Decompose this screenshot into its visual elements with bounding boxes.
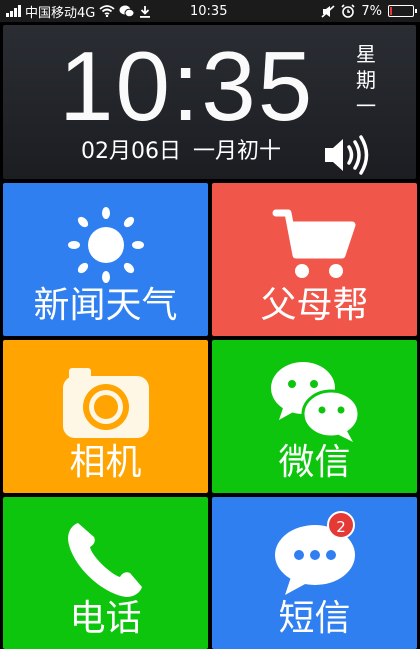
tile-news-weather[interactable]: 新闻天气	[3, 183, 208, 336]
tile-label: 父母帮	[260, 285, 369, 326]
tile-label: 短信	[278, 598, 351, 639]
alarm-icon	[341, 4, 355, 18]
tile-messages[interactable]: 2 短信	[212, 497, 417, 649]
phone-icon	[67, 523, 142, 597]
weekday-char-2: 期	[356, 68, 376, 92]
status-left: 中国移动4G	[6, 2, 151, 21]
speaker-icon[interactable]	[321, 133, 371, 177]
clock-lunar-date: 一月初十	[193, 139, 282, 164]
tile-label: 相机	[69, 442, 142, 483]
weekday-char-3: 一	[356, 94, 376, 118]
clock-date: 02月06日	[81, 139, 181, 164]
tile-label: 电话	[69, 598, 142, 639]
clock-date-row: 02月06日 一月初十	[81, 137, 281, 167]
battery-icon	[388, 5, 417, 17]
tile-label: 微信	[278, 442, 351, 483]
wifi-icon	[99, 5, 115, 17]
clock-time: 10:35	[59, 31, 315, 141]
tile-parents-help[interactable]: 父母帮	[212, 183, 417, 336]
wechat-icon	[270, 362, 360, 442]
clock-weekday: 星 期 一	[353, 41, 379, 119]
weekday-char-1: 星	[356, 42, 376, 66]
camera-icon	[62, 368, 149, 438]
shopping-cart-icon	[272, 209, 355, 278]
battery-percent: 7%	[361, 3, 382, 19]
carrier-label: 中国移动4G	[25, 5, 96, 21]
signal-icon	[6, 5, 21, 17]
tile-phone[interactable]: 电话	[3, 497, 208, 649]
status-bar: 中国移动4G 10:35 7%	[0, 0, 420, 22]
clock-widget[interactable]: 10:35 星 期 一 02月06日 一月初十	[3, 25, 416, 179]
tile-camera[interactable]: 相机	[3, 340, 208, 493]
tile-wechat[interactable]: 微信	[212, 340, 417, 493]
wechat-icon	[119, 5, 135, 17]
sun-icon	[67, 207, 144, 283]
mute-icon	[321, 4, 335, 18]
unread-badge: 2	[327, 511, 355, 539]
status-right: 7%	[321, 2, 417, 20]
tile-label: 新闻天气	[33, 285, 178, 326]
status-time: 10:35	[190, 3, 228, 19]
download-icon	[140, 5, 151, 18]
battery-level	[390, 7, 392, 15]
